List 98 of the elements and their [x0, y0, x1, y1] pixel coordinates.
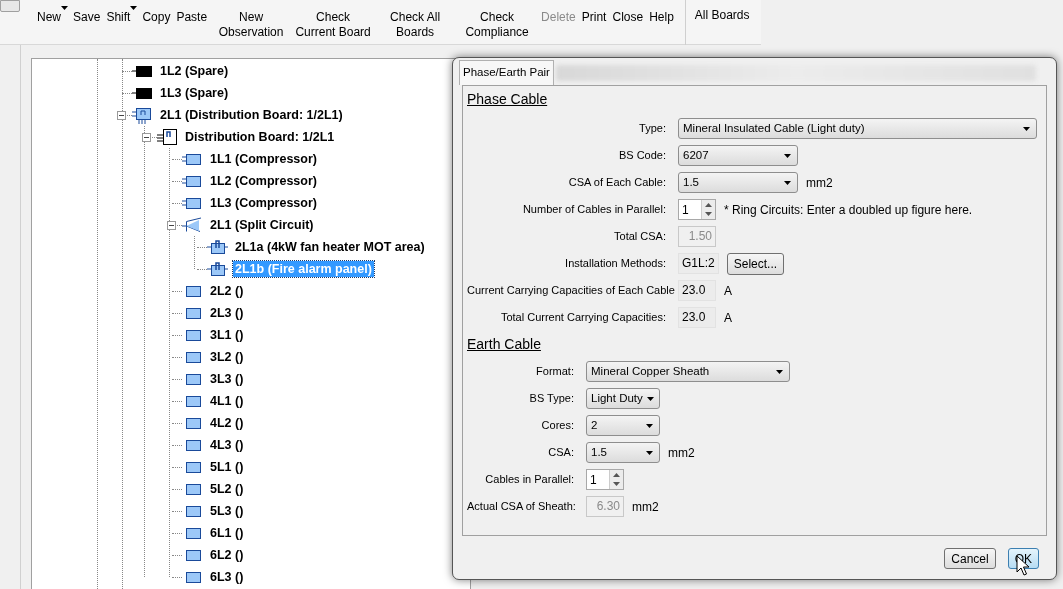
unit-label: mm2: [806, 174, 833, 192]
field-label: Actual CSA of Sheath:: [467, 499, 577, 515]
field-label: BS Code:: [617, 148, 667, 164]
collapse-icon[interactable]: [142, 132, 151, 142]
tree-item[interactable]: 6L3 (): [208, 569, 246, 585]
dropdown-caret-icon: [130, 6, 138, 10]
dropdown-arrow-icon: [776, 369, 783, 374]
collapse-icon[interactable]: [117, 110, 126, 120]
toolbar-button[interactable]: Shift: [103, 0, 134, 44]
dialog-button[interactable]: Cancel: [944, 548, 996, 569]
field-label: Installation Methods:: [564, 256, 667, 272]
circuit-icon: [182, 151, 204, 167]
tree-item[interactable]: 1L1 (Compressor): [208, 151, 319, 167]
toolbar-button[interactable]: Check Compliance: [456, 0, 539, 44]
number-spinner[interactable]: 1: [586, 469, 624, 490]
dropdown-caret-icon: [61, 6, 68, 10]
panel-icon: [157, 128, 179, 146]
dropdown-arrow-icon: [784, 153, 791, 158]
unit-label: A: [724, 282, 732, 300]
dropdown[interactable]: Mineral Copper Sheath: [586, 361, 790, 382]
field-label: Cables in Parallel:: [484, 472, 575, 488]
number-spinner[interactable]: 1: [678, 199, 716, 220]
readonly-field: 23.0: [678, 307, 716, 328]
readonly-field: G1L:2: [678, 253, 719, 274]
field-label: Current Carrying Capacities of Each Cable: [467, 283, 676, 299]
toolbar-button[interactable]: Help: [646, 0, 677, 44]
tree-item[interactable]: 5L2 (): [208, 481, 246, 497]
tree-item[interactable]: Distribution Board: 1/2L1: [183, 129, 337, 145]
block-icon: [132, 86, 154, 100]
breaker-icon: [207, 239, 229, 255]
tree-item[interactable]: 6L1 (): [208, 525, 246, 541]
field-label: CSA:: [547, 445, 575, 461]
tree-item[interactable]: 4L3 (): [208, 437, 246, 453]
cursor-icon: [1016, 555, 1030, 576]
field-label: Format:: [535, 364, 575, 380]
field-label: Total CSA:: [613, 229, 667, 245]
breaker-icon: [207, 261, 229, 277]
toolbar-button[interactable]: New Observation: [210, 0, 293, 44]
tree-item[interactable]: 3L2 (): [208, 349, 246, 365]
tree-item[interactable]: 2L1 (Distribution Board: 1/2L1): [158, 107, 345, 123]
field-label: CSA of Each Cable:: [567, 175, 667, 191]
dialog-tab[interactable]: Phase/Earth Pair: [459, 60, 554, 85]
toolbar-button[interactable]: Check All Boards: [374, 0, 457, 44]
toolbar-button[interactable]: Check Current Board: [292, 0, 375, 44]
toolbar-button[interactable]: Close: [609, 0, 647, 44]
toolbar-button[interactable]: New: [34, 0, 64, 44]
collapse-icon[interactable]: [167, 220, 176, 230]
tree-item[interactable]: 2L3 (): [208, 305, 246, 321]
tree-item[interactable]: 1L2 (Spare): [158, 63, 231, 79]
toolbar-button[interactable]: Paste: [173, 0, 211, 44]
section-heading: Earth Cable: [467, 335, 542, 354]
dropdown[interactable]: 6207: [678, 145, 798, 166]
dropdown-arrow-icon: [646, 450, 653, 455]
field-label: BS Type:: [528, 391, 575, 407]
circuit-icon: [182, 173, 204, 189]
readonly-field: 23.0: [678, 280, 716, 301]
dropdown-arrow-icon: [1023, 126, 1030, 131]
unit-label: mm2: [632, 498, 659, 516]
tree-item[interactable]: 3L3 (): [208, 371, 246, 387]
tree-item[interactable]: 4L1 (): [208, 393, 246, 409]
toolbar-button[interactable]: All Boards: [691, 0, 753, 44]
dropdown-arrow-icon: [646, 423, 653, 428]
dropdown[interactable]: 1.5: [586, 442, 660, 463]
dropdown[interactable]: 1.5: [678, 172, 798, 193]
tree-item[interactable]: 2L2 (): [208, 283, 246, 299]
field-label: Cores:: [540, 418, 575, 434]
tree-item[interactable]: 3L1 (): [208, 327, 246, 343]
split-icon: [182, 217, 204, 233]
field-label: Number of Cables in Parallel:: [521, 202, 667, 218]
block-icon: [132, 64, 154, 78]
unit-label: mm2: [668, 444, 695, 462]
dropdown-arrow-icon: [784, 180, 791, 185]
hint-text: * Ring Circuits: Enter a doubled up figure here.: [724, 201, 973, 219]
dropdown-arrow-icon: [646, 396, 654, 401]
unit-label: A: [724, 309, 732, 327]
section-heading: Phase Cable: [467, 90, 549, 109]
dropdown[interactable]: Mineral Insulated Cable (Light duty): [678, 118, 1037, 139]
field-label: Type:: [638, 121, 667, 137]
tree-item[interactable]: 5L3 (): [208, 503, 246, 519]
select-button[interactable]: Select...: [726, 252, 785, 275]
disabled-field: 6.30: [586, 496, 624, 517]
tree-item[interactable]: 2L1a (4kW fan heater MOT area): [233, 239, 427, 255]
board-icon: [132, 106, 154, 124]
tree-item[interactable]: 5L1 (): [208, 459, 246, 475]
tree-item[interactable]: 4L2 (): [208, 415, 246, 431]
tree-item[interactable]: 1L3 (Compressor): [208, 195, 319, 211]
tree-item[interactable]: 1L2 (Compressor): [208, 173, 319, 189]
dropdown[interactable]: Light Duty: [586, 388, 660, 409]
field-label: Total Current Carrying Capacities:: [499, 310, 667, 326]
dropdown[interactable]: 2: [586, 415, 660, 436]
tree-item[interactable]: 1L3 (Spare): [158, 85, 231, 101]
tree-item[interactable]: 2L1 (Split Circuit): [208, 217, 316, 233]
tree-item[interactable]: 6L2 (): [208, 547, 246, 563]
circuit-icon: [182, 195, 204, 211]
disabled-field: 1.50: [678, 226, 716, 247]
toolbar-button[interactable]: Print: [578, 0, 610, 44]
toolbar-button[interactable]: Save: [70, 0, 104, 44]
toolbar-button[interactable]: Copy: [139, 0, 174, 44]
